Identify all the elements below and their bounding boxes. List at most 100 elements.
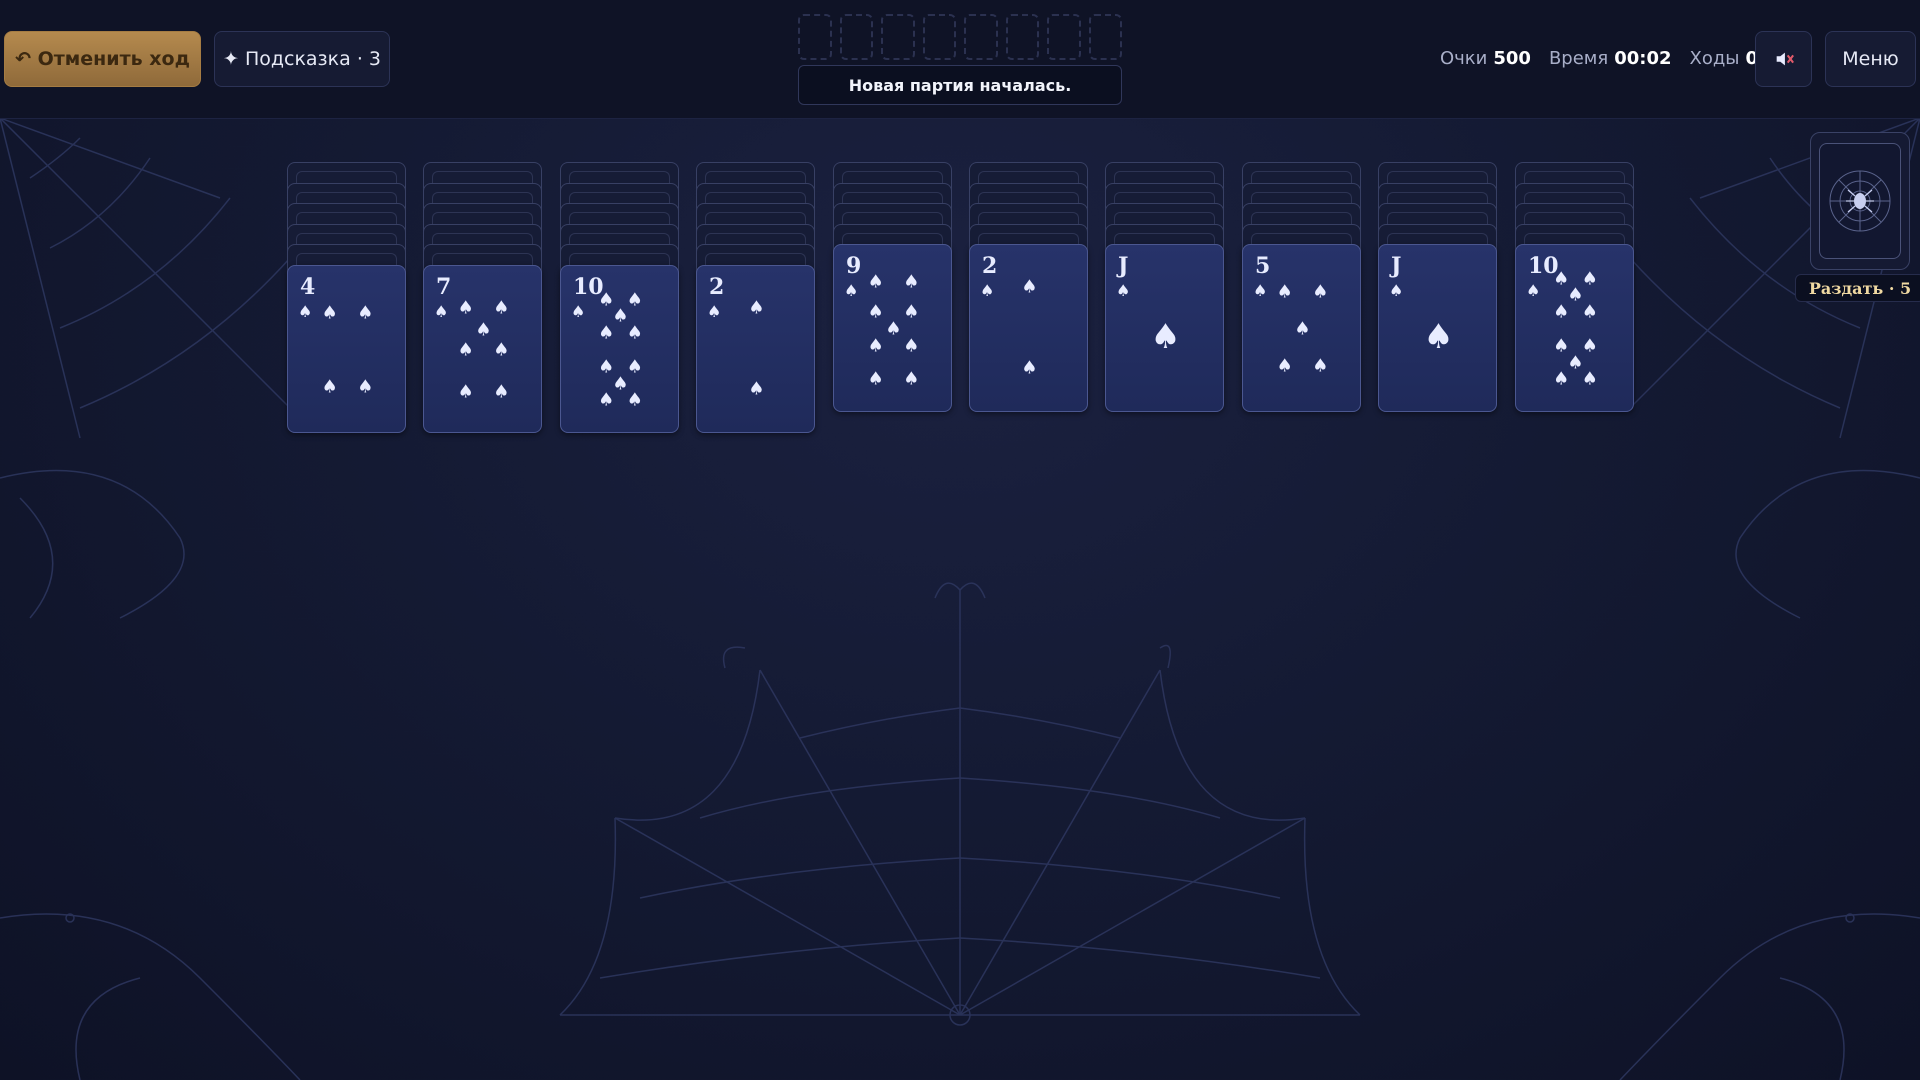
spider-web-icon [1829,170,1891,232]
playing-card[interactable]: 7 ♠ ♠ ♠ ♠ ♠ ♠ ♠ ♠ [423,265,542,433]
spade-pip-icon: ♠ [598,389,615,411]
spade-pip-icon: ♠ [1581,368,1598,390]
spade-pip-icon: ♠ [457,297,474,319]
spade-pip-icon: ♠ [457,381,474,403]
spade-icon: ♠ [434,302,449,321]
foundation-slots [798,14,1122,60]
top-bar: ↶ Отменить ход ✦ Подсказка · 3 Новая пар… [0,0,1920,119]
spade-pip-icon: ♠ [626,356,643,378]
spade-pip-icon: ♠ [1312,355,1329,377]
playing-card[interactable]: 10 ♠ ♠ ♠ ♠ ♠ ♠ ♠ ♠ ♠ ♠ ♠ [1515,244,1634,412]
spade-pip-icon: ♠ [748,297,765,319]
spade-pip-icon: ♠ [903,335,920,357]
playing-card[interactable]: 10 ♠ ♠ ♠ ♠ ♠ ♠ ♠ ♠ ♠ ♠ ♠ [560,265,679,433]
spade-pip-icon: ♠ [1581,268,1598,290]
spade-pip-icon: ♠ [903,301,920,323]
card-rank: 9 [846,253,862,279]
spade-icon: ♠ [571,302,586,321]
spade-pip-icon: ♠ [598,322,615,344]
spade-icon: ♠ [1389,281,1404,300]
spade-icon: ♠ [1253,281,1268,300]
center-web [559,582,1361,1026]
spider-icon [1846,189,1874,213]
menu-button[interactable]: Меню [1825,31,1916,87]
spade-pip-icon: ♠ [626,289,643,311]
bottom-right-swirl [1619,913,1920,1080]
foundation-slot [1047,14,1081,60]
score-stat: Очки 500 [1440,48,1531,72]
spade-icon: ♠ [980,281,995,300]
spade-pip-icon: ♠ [1553,301,1570,323]
moves-stat: Ходы 0 [1690,48,1759,72]
spade-pip-icon: ♠ [748,378,765,400]
spade-pip-icon: ♠ [321,302,338,324]
stock-card-back [1819,143,1901,259]
spade-pip-icon: ♠ [321,376,338,398]
spade-pip-icon: ♠ [1294,318,1311,340]
card-rank: J [1118,253,1129,279]
stock-pile[interactable] [1810,132,1910,270]
spade-pip-icon: ♠ [357,376,374,398]
hint-button[interactable]: ✦ Подсказка · 3 [214,31,390,87]
status-message: Новая партия началась. [798,65,1122,105]
spade-pip-icon: ♠ [903,271,920,293]
playing-card[interactable]: 2 ♠ ♠ ♠ [696,265,815,433]
foundation-slot [1005,14,1039,60]
spade-pip-icon: ♠ [867,368,884,390]
spade-pip-icon: ♠ [1021,357,1038,379]
card-rank: 5 [1255,253,1271,279]
spade-pip-icon: ♠ [1581,301,1598,323]
spade-pip-icon: ♠ [867,335,884,357]
card-rank: 7 [436,274,452,300]
score-value: 500 [1493,48,1531,69]
foundation-slot [922,14,956,60]
foundation-slot [1088,14,1122,60]
time-label: Время [1548,48,1609,69]
playing-card[interactable]: 5 ♠ ♠ ♠ ♠ ♠ ♠ [1242,244,1361,412]
foundation-slot [881,14,915,60]
playing-card[interactable]: 9 ♠ ♠ ♠ ♠ ♠ ♠ ♠ ♠ ♠ ♠ [833,244,952,412]
spade-pip-icon: ♠ [493,381,510,403]
spade-pip-icon: ♠ [885,318,902,340]
time-stat: Время 00:02 [1549,48,1672,72]
playing-card[interactable]: J ♠ ♠ [1105,244,1224,412]
spade-pip-icon: ♠ [1276,281,1293,303]
spade-pip-icon: ♠ [493,339,510,361]
top-left-web [0,118,291,619]
playing-card[interactable]: 4 ♠ ♠ ♠ ♠ ♠ [287,265,406,433]
spade-pip-icon: ♠ [1021,276,1038,298]
foundation-slot [964,14,998,60]
spade-pip-icon: ♠ [626,389,643,411]
spade-pip-icon: ♠ [626,322,643,344]
bottom-left-swirl [0,913,301,1080]
spade-pip-icon: ♠ [1312,281,1329,303]
playing-card[interactable]: 2 ♠ ♠ ♠ [969,244,1088,412]
deal-button[interactable]: Раздать · 5 [1795,274,1920,302]
card-rank: 2 [982,253,998,279]
foundation-slot [839,14,873,60]
undo-button[interactable]: ↶ Отменить ход [4,31,201,87]
spade-pip-icon: ♠ [903,368,920,390]
time-value: 00:02 [1614,48,1672,69]
spade-pip-icon: ♠ [357,302,374,324]
card-rank: 2 [709,274,725,300]
card-rank: J [1391,253,1402,279]
spade-pip-icon: ♠ [1553,368,1570,390]
spade-icon: ♠ [844,281,859,300]
muted-speaker-icon [1776,52,1794,66]
spade-pip-icon: ♠ [475,319,492,341]
spade-icon: ♠ [298,302,313,321]
spade-pip-icon: ♠ [1423,317,1454,358]
sound-toggle-button[interactable] [1755,31,1812,87]
playing-card[interactable]: J ♠ ♠ [1378,244,1497,412]
spade-pip-icon: ♠ [867,301,884,323]
moves-label: Ходы [1689,48,1740,69]
spade-pip-icon: ♠ [1150,317,1181,358]
spade-icon: ♠ [707,302,722,321]
spade-pip-icon: ♠ [867,271,884,293]
game-stats: Очки 500 Время 00:02 Ходы 0 [1440,48,1758,72]
spade-pip-icon: ♠ [1581,335,1598,357]
spade-pip-icon: ♠ [493,297,510,319]
spade-pip-icon: ♠ [1276,355,1293,377]
foundation-slot [798,14,832,60]
